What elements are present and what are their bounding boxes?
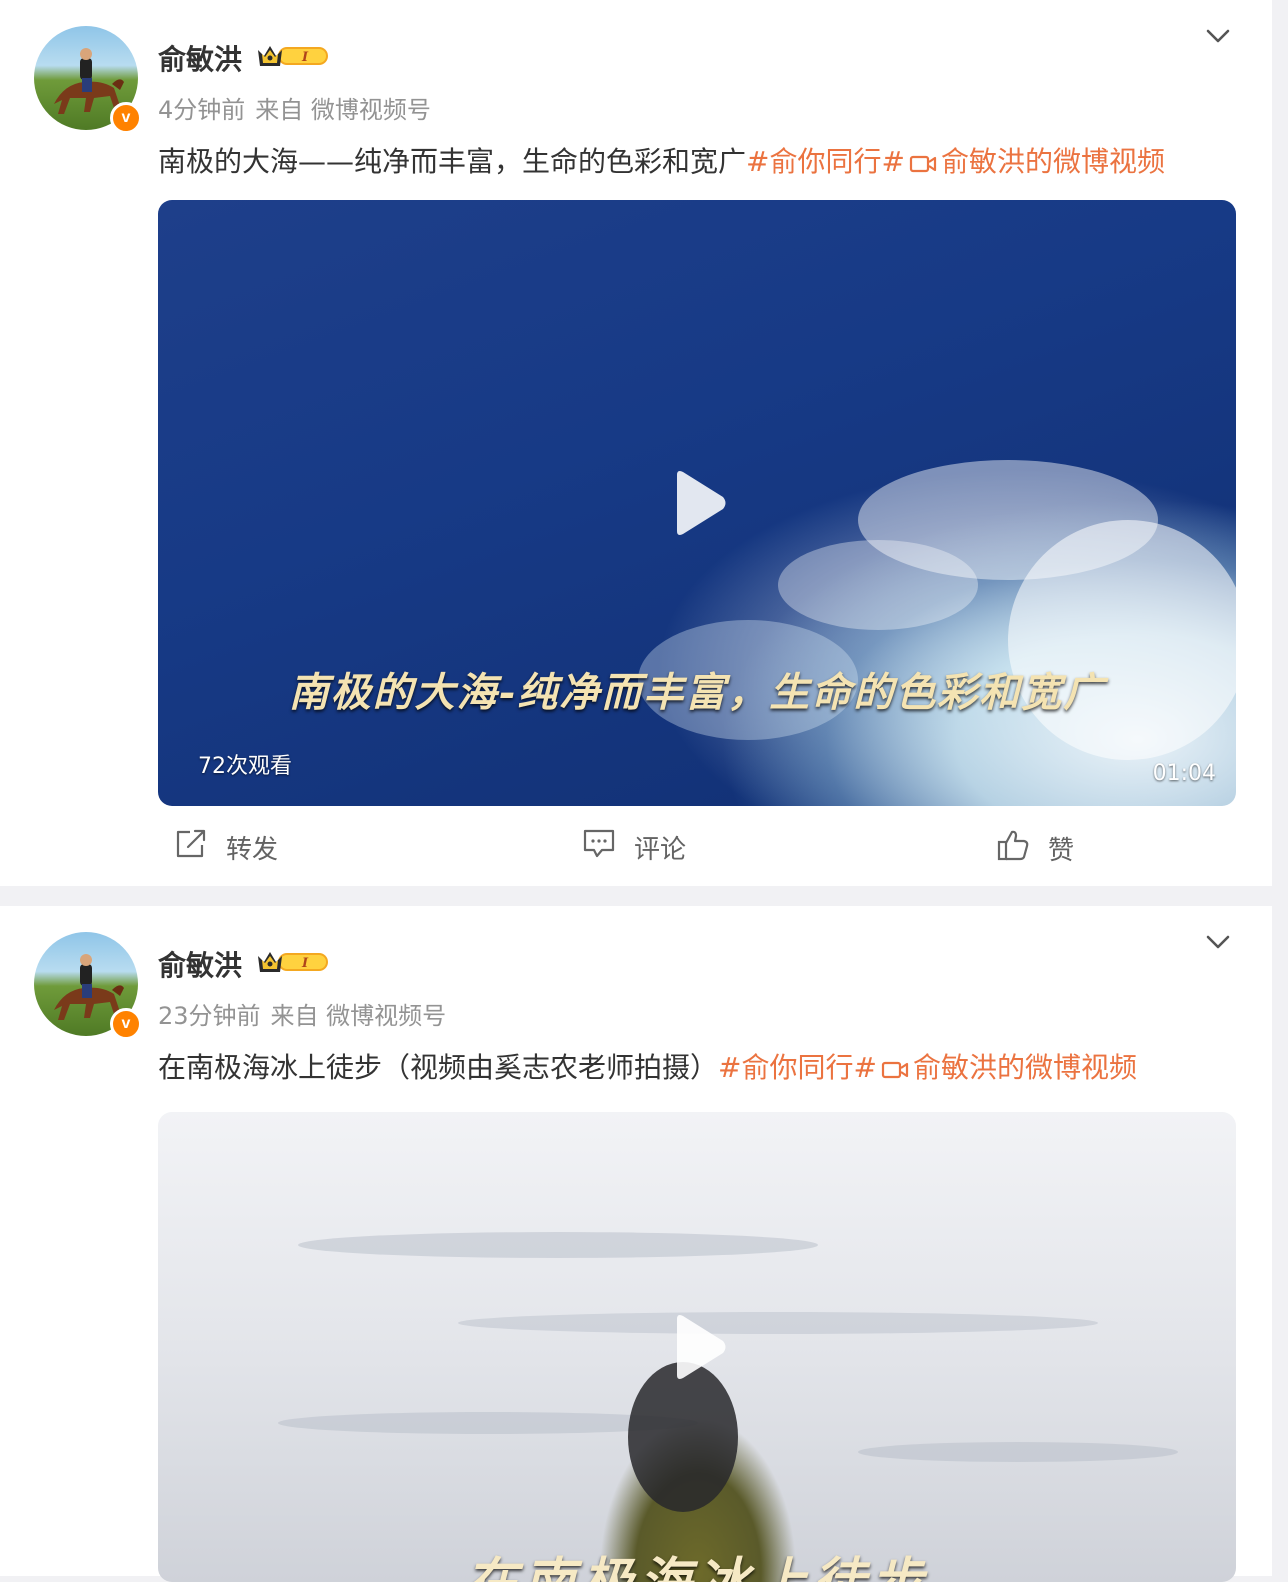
chevron-down-icon[interactable] — [1204, 928, 1232, 956]
weibo-post-card: v 俞敏洪 I 23分钟前 来自 微博视频号 在南极海冰上徒步（视频由奚志农老师拍… — [0, 906, 1272, 1582]
play-icon[interactable] — [665, 1311, 729, 1383]
video-source-label: 俞敏洪的微博视频 — [912, 1051, 1137, 1084]
chevron-down-icon[interactable] — [1204, 22, 1232, 50]
post-source: 来自 微博视频号 — [270, 1002, 447, 1030]
svg-text:I: I — [301, 50, 309, 65]
verified-v-icon: v — [110, 102, 142, 134]
post-source: 来自 微博视频号 — [255, 96, 431, 124]
vip-crown-badge-icon[interactable]: I — [256, 42, 332, 74]
post-text: 南极的大海——纯净而丰富，生命的色彩和宽广#俞你同行# 俞敏洪的微博视频 — [158, 142, 1165, 186]
video-player[interactable]: 南极的大海-纯净而丰富，生命的色彩和宽广 72次观看 01:04 — [158, 200, 1236, 806]
video-duration: 01:04 — [1152, 761, 1216, 786]
verified-v-icon: v — [110, 1008, 142, 1040]
vip-crown-badge-icon[interactable]: I — [256, 948, 332, 980]
post-body: 在南极海冰上徒步（视频由奚志农老师拍摄） — [158, 1051, 719, 1084]
post-text: 在南极海冰上徒步（视频由奚志农老师拍摄）#俞你同行# 俞敏洪的微博视频 — [158, 1048, 1137, 1092]
hashtag-link[interactable]: #俞你同行# — [718, 1051, 877, 1084]
hashtag-link[interactable]: #俞你同行# — [746, 145, 905, 178]
avatar[interactable]: v — [34, 932, 142, 1040]
repost-icon — [174, 828, 226, 867]
video-subtitle: 南极的大海-纯净而丰富，生命的色彩和宽广 — [288, 669, 1106, 716]
post-meta: 4分钟前 来自 微博视频号 — [158, 90, 431, 125]
post-time[interactable]: 4分钟前 — [158, 96, 245, 124]
video-source-label: 俞敏洪的微博视频 — [940, 145, 1165, 178]
author-name[interactable]: 俞敏洪 — [158, 944, 242, 984]
post-body: 南极的大海——纯净而丰富，生命的色彩和宽广 — [158, 145, 747, 178]
view-count: 72次观看 — [198, 754, 292, 779]
weibo-post-card: v 俞敏洪 I 4分钟前 来自 微博视频号 南极的大海——纯净而丰富，生命的色彩和… — [0, 0, 1272, 886]
video-camera-icon — [909, 146, 937, 186]
comment-button[interactable]: 评论 — [582, 828, 686, 867]
video-player[interactable]: 在南极海冰上徒步 — [158, 1112, 1236, 1582]
avatar[interactable]: v — [34, 26, 142, 134]
thumbs-up-icon — [996, 828, 1048, 869]
repost-button[interactable]: 转发 — [174, 828, 278, 867]
comment-label: 评论 — [634, 835, 687, 865]
video-camera-icon — [881, 1052, 909, 1092]
play-icon[interactable] — [665, 467, 729, 539]
post-actions: 转发 评论 赞 — [0, 818, 1272, 878]
like-label: 赞 — [1048, 836, 1075, 866]
post-time[interactable]: 23分钟前 — [158, 1002, 261, 1030]
like-button[interactable]: 赞 — [996, 828, 1074, 869]
video-source-link[interactable]: 俞敏洪的微博视频 — [905, 145, 1165, 178]
repost-label: 转发 — [226, 835, 279, 865]
post-meta: 23分钟前 来自 微博视频号 — [158, 996, 446, 1031]
svg-text:I: I — [301, 956, 309, 971]
comment-icon — [582, 828, 634, 867]
video-source-link[interactable]: 俞敏洪的微博视频 — [877, 1051, 1137, 1084]
author-name[interactable]: 俞敏洪 — [158, 38, 242, 78]
